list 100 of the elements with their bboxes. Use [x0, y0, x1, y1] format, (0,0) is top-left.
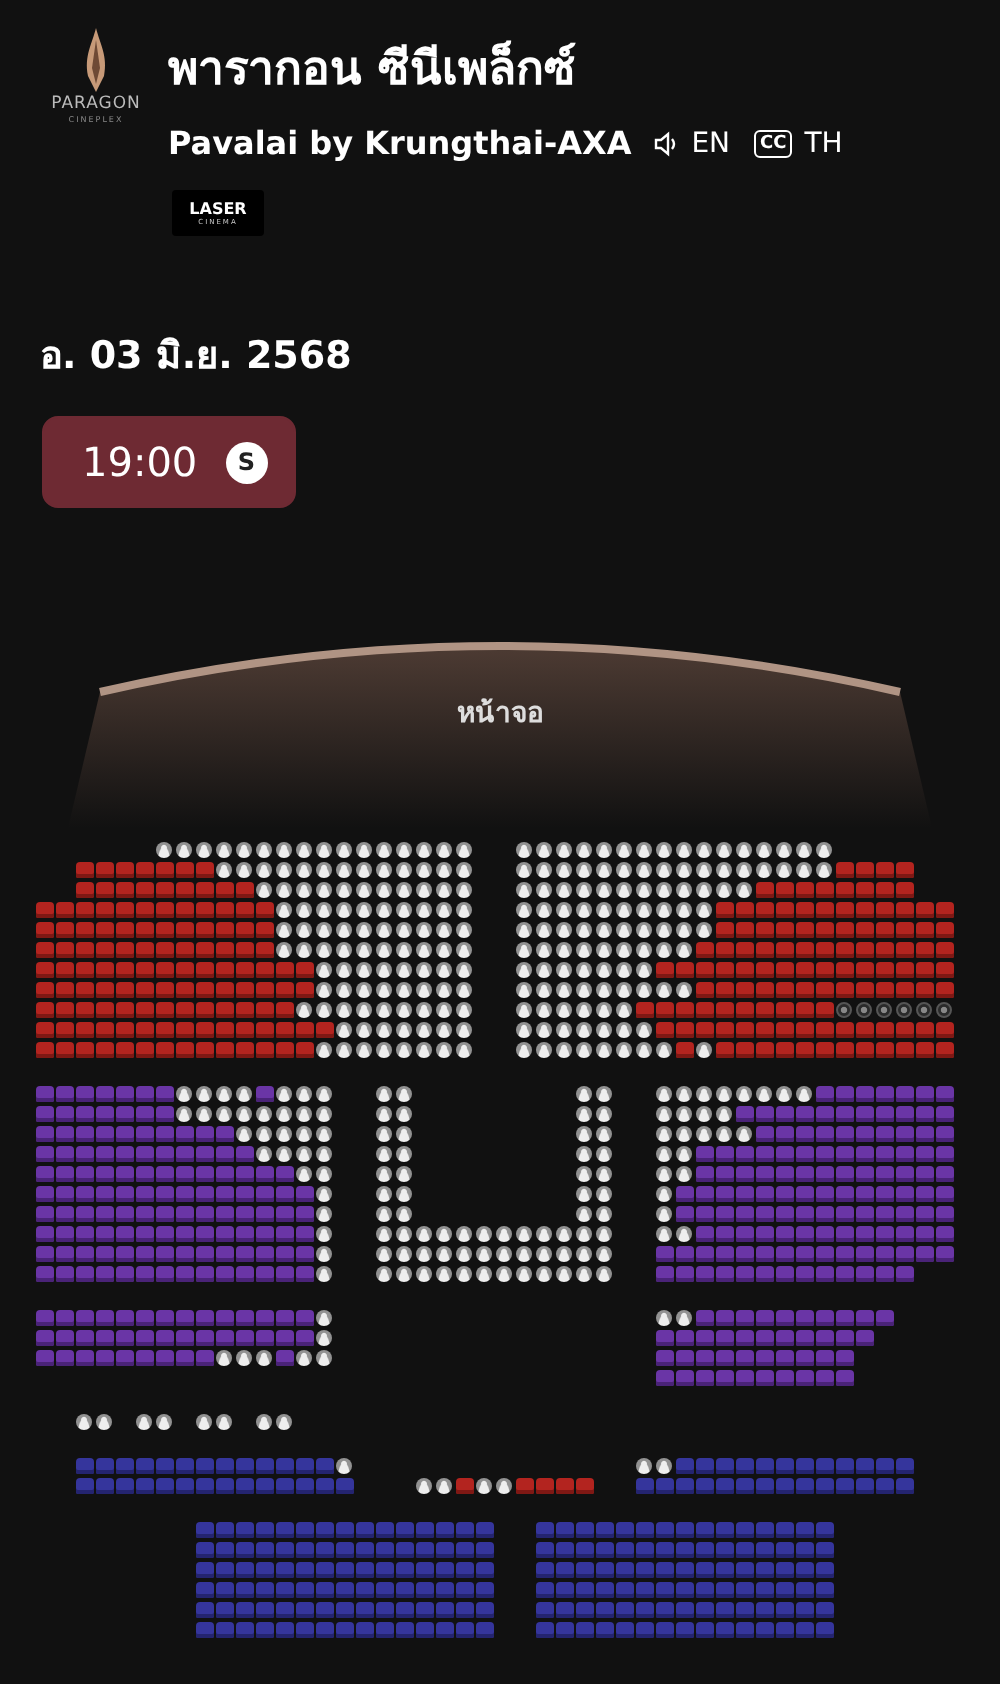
occupied-seat-icon: [356, 942, 372, 958]
occupied-seat-icon: [216, 1106, 232, 1122]
occupied-seat-icon: [396, 1106, 412, 1122]
occupied-seat-icon: [556, 962, 572, 978]
occupied-seat-icon: [556, 982, 572, 998]
occupied-seat-icon: [356, 922, 372, 938]
occupied-seat-icon: [296, 1146, 312, 1162]
occupied-seat-icon: [296, 922, 312, 938]
occupied-seat-icon: [676, 882, 692, 898]
occupied-seat-icon: [316, 882, 332, 898]
occupied-seat-icon: [536, 962, 552, 978]
occupied-seat-icon: [336, 842, 352, 858]
occupied-seat-icon: [316, 962, 332, 978]
occupied-seat-icon: [316, 982, 332, 998]
occupied-seat-icon: [216, 862, 232, 878]
occupied-seat-icon: [396, 902, 412, 918]
occupied-seat-icon: [296, 1086, 312, 1102]
occupied-seat-icon: [636, 982, 652, 998]
occupied-seat-icon: [516, 962, 532, 978]
occupied-seat-icon: [396, 1022, 412, 1038]
occupied-seat-icon: [376, 1266, 392, 1282]
occupied-seat-icon: [556, 1002, 572, 1018]
occupied-seat-icon: [316, 1146, 332, 1162]
occupied-seat-icon: [696, 1086, 712, 1102]
occupied-seat-icon: [656, 842, 672, 858]
occupied-seat-icon: [436, 882, 452, 898]
ring-seat-icon: [876, 1002, 892, 1018]
occupied-seat-icon: [296, 882, 312, 898]
occupied-seat-icon: [376, 1086, 392, 1102]
occupied-seat-icon: [596, 962, 612, 978]
occupied-seat-icon: [376, 1002, 392, 1018]
occupied-seat-icon: [656, 1310, 672, 1326]
occupied-seat-icon: [676, 862, 692, 878]
occupied-seat-icon: [276, 882, 292, 898]
occupied-seat-icon: [396, 1166, 412, 1182]
occupied-seat-icon: [456, 1226, 472, 1242]
occupied-seat-icon: [516, 842, 532, 858]
occupied-seat-icon: [576, 1002, 592, 1018]
occupied-seat-icon: [556, 1226, 572, 1242]
audio-language: EN: [691, 127, 731, 159]
occupied-seat-icon: [516, 1266, 532, 1282]
occupied-seat-icon: [556, 922, 572, 938]
occupied-seat-icon: [536, 1022, 552, 1038]
occupied-seat-icon: [436, 862, 452, 878]
occupied-seat-icon: [596, 1166, 612, 1182]
logo-text: PARAGON: [51, 94, 141, 114]
occupied-seat-icon: [536, 1226, 552, 1242]
occupied-seat-icon: [536, 942, 552, 958]
occupied-seat-icon: [176, 1106, 192, 1122]
occupied-seat-icon: [356, 1002, 372, 1018]
occupied-seat-icon: [556, 942, 572, 958]
occupied-seat-icon: [76, 1414, 92, 1430]
occupied-seat-icon: [236, 862, 252, 878]
occupied-seat-icon: [596, 1146, 612, 1162]
occupied-seat-icon: [616, 1022, 632, 1038]
occupied-seat-icon: [536, 1042, 552, 1058]
occupied-seat-icon: [696, 842, 712, 858]
ring-seat-icon: [896, 1002, 912, 1018]
occupied-seat-icon: [416, 1266, 432, 1282]
occupied-seat-icon: [716, 842, 732, 858]
occupied-seat-icon: [556, 1042, 572, 1058]
occupied-seat-icon: [276, 942, 292, 958]
occupied-seat-icon: [656, 862, 672, 878]
occupied-seat-icon: [636, 1458, 652, 1474]
occupied-seat-icon: [476, 1266, 492, 1282]
occupied-seat-icon: [576, 1042, 592, 1058]
occupied-seat-icon: [596, 1106, 612, 1122]
occupied-seat-icon: [356, 962, 372, 978]
occupied-seat-icon: [316, 1106, 332, 1122]
occupied-seat-icon: [416, 1042, 432, 1058]
occupied-seat-icon: [596, 922, 612, 938]
occupied-seat-icon: [276, 1146, 292, 1162]
occupied-seat-icon: [496, 1266, 512, 1282]
occupied-seat-icon: [716, 862, 732, 878]
occupied-seat-icon: [376, 1146, 392, 1162]
occupied-seat-icon: [236, 1350, 252, 1366]
occupied-seat-icon: [456, 942, 472, 958]
occupied-seat-icon: [416, 982, 432, 998]
showtime-button[interactable]: 19:00 S: [42, 416, 296, 508]
occupied-seat-icon: [576, 1246, 592, 1262]
occupied-seat-icon: [296, 942, 312, 958]
occupied-seat-icon: [396, 1086, 412, 1102]
occupied-seat-icon: [796, 1086, 812, 1102]
occupied-seat-icon: [456, 862, 472, 878]
occupied-seat-icon: [636, 842, 652, 858]
occupied-seat-icon: [336, 862, 352, 878]
occupied-seat-icon: [616, 922, 632, 938]
occupied-seat-icon: [376, 1206, 392, 1222]
occupied-seat-icon: [396, 942, 412, 958]
occupied-seat-icon: [436, 902, 452, 918]
occupied-seat-icon: [636, 922, 652, 938]
occupied-seat-icon: [596, 1226, 612, 1242]
occupied-seat-icon: [496, 1478, 512, 1494]
occupied-seat-icon: [316, 1002, 332, 1018]
occupied-seat-icon: [456, 1246, 472, 1262]
occupied-seat-icon: [716, 1086, 732, 1102]
occupied-seat-icon: [316, 1350, 332, 1366]
occupied-seat-icon: [256, 1146, 272, 1162]
occupied-seat-icon: [516, 882, 532, 898]
occupied-seat-icon: [356, 1042, 372, 1058]
